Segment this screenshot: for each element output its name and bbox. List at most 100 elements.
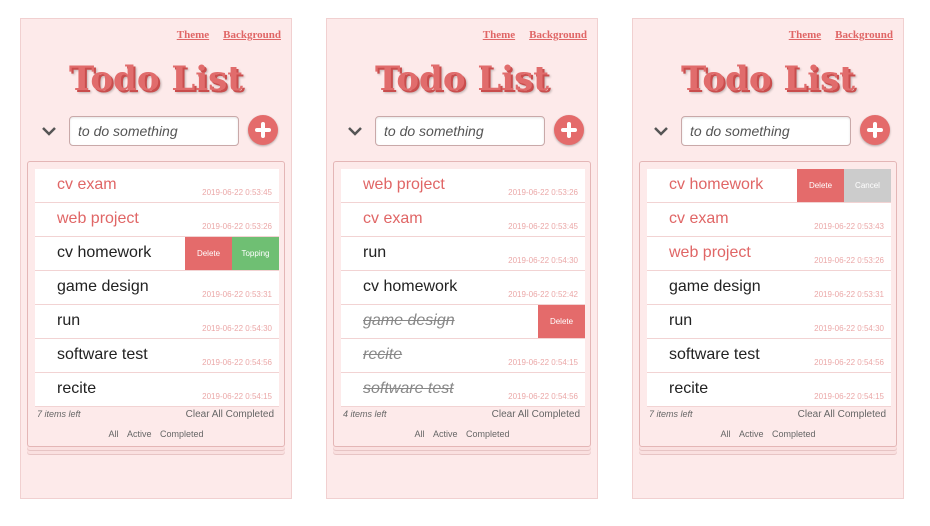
filter-all[interactable]: All [414,429,424,439]
theme-link[interactable]: Theme [177,29,209,41]
list-item[interactable]: software test 2019-06-22 0:54:56 [341,373,585,407]
todo-panel-3: Theme Background Todo List cv homework D… [632,18,904,499]
clear-completed-button[interactable]: Clear All Completed [492,409,580,420]
list-item[interactable]: recite 2019-06-22 0:54:15 [341,339,585,373]
theme-link[interactable]: Theme [789,29,821,41]
items-left-count: 7 items left [649,409,693,419]
list-item[interactable]: software test 2019-06-22 0:54:56 [647,339,891,373]
item-text: cv homework [669,176,764,193]
item-text: game design [363,312,455,329]
item-text: cv exam [363,210,423,227]
item-text: software test [669,346,760,363]
item-timestamp: 2019-06-22 0:53:26 [814,256,884,265]
todo-panel-1: Theme Background Todo List cv exam 2019-… [20,18,292,499]
filter-active[interactable]: Active [127,429,152,439]
page-title: Todo List [680,59,856,99]
delete-button[interactable]: Delete [185,237,232,270]
item-timestamp: 2019-06-22 0:54:15 [202,392,272,401]
filter-completed[interactable]: Completed [772,429,816,439]
clear-completed-button[interactable]: Clear All Completed [798,409,886,420]
cancel-button[interactable]: Cancel [844,169,891,202]
todo-input[interactable] [375,116,545,146]
item-timestamp: 2019-06-22 0:53:45 [508,222,578,231]
filter-completed[interactable]: Completed [466,429,510,439]
list-item[interactable]: cv homework Delete Cancel [647,169,891,203]
delete-button[interactable]: Delete [797,169,844,202]
item-timestamp: 2019-06-22 0:54:30 [508,256,578,265]
input-row [345,115,585,146]
chevron-down-icon[interactable] [653,124,669,138]
item-timestamp: 2019-06-22 0:54:56 [814,358,884,367]
item-text: software test [363,380,454,397]
item-timestamp: 2019-06-22 0:53:26 [508,188,578,197]
background-link[interactable]: Background [529,29,587,41]
todo-card: cv exam 2019-06-22 0:53:45 web project 2… [27,161,285,447]
list-item[interactable]: cv homework Delete Topping [35,237,279,271]
list-item[interactable]: recite 2019-06-22 0:54:15 [647,373,891,407]
top-nav: Theme Background [483,29,587,41]
list-item[interactable]: cv exam 2019-06-22 0:53:43 [647,203,891,237]
top-nav: Theme Background [177,29,281,41]
list-item[interactable]: game design 2019-06-22 0:53:31 [647,271,891,305]
item-text: cv exam [57,176,117,193]
item-text: recite [57,380,97,397]
list-item[interactable]: recite 2019-06-22 0:54:15 [35,373,279,407]
item-timestamp: 2019-06-22 0:54:56 [508,392,578,401]
item-text: web project [363,176,445,193]
item-text: cv homework [363,278,458,295]
todo-list: web project 2019-06-22 0:53:26 cv exam 2… [341,169,585,407]
list-item[interactable]: software test 2019-06-22 0:54:56 [35,339,279,373]
filter-all[interactable]: All [720,429,730,439]
delete-button[interactable]: Delete [538,305,585,338]
clear-completed-button[interactable]: Clear All Completed [186,409,274,420]
list-item[interactable]: cv exam 2019-06-22 0:53:45 [341,203,585,237]
filter-all[interactable]: All [108,429,118,439]
top-nav: Theme Background [789,29,893,41]
item-text: run [669,312,693,329]
item-timestamp: 2019-06-22 0:52:42 [508,290,578,299]
item-text: web project [669,244,751,261]
list-item[interactable]: game design 2019-06-22 0:53:31 [35,271,279,305]
background-link[interactable]: Background [835,29,893,41]
item-timestamp: 2019-06-22 0:53:31 [202,290,272,299]
list-item[interactable]: web project 2019-06-22 0:53:26 [35,203,279,237]
add-button[interactable] [860,115,890,145]
add-button[interactable] [554,115,584,145]
item-timestamp: 2019-06-22 0:54:15 [814,392,884,401]
list-item[interactable]: web project 2019-06-22 0:53:26 [341,169,585,203]
item-text: cv exam [669,210,729,227]
chevron-down-icon[interactable] [41,124,57,138]
list-item[interactable]: web project 2019-06-22 0:53:26 [647,237,891,271]
background-link[interactable]: Background [223,29,281,41]
chevron-down-icon[interactable] [347,124,363,138]
add-button[interactable] [248,115,278,145]
page-title: Todo List [68,59,244,99]
todo-input[interactable] [69,116,239,146]
theme-link[interactable]: Theme [483,29,515,41]
list-item[interactable]: game design Delete [341,305,585,339]
filter-active[interactable]: Active [739,429,764,439]
filter-bar: All Active Completed [334,429,590,439]
filter-bar: All Active Completed [28,429,284,439]
page-title: Todo List [374,59,550,99]
list-item[interactable]: run 2019-06-22 0:54:30 [647,305,891,339]
list-item[interactable]: run 2019-06-22 0:54:30 [341,237,585,271]
filter-completed[interactable]: Completed [160,429,204,439]
items-left-count: 7 items left [37,409,81,419]
list-item[interactable]: run 2019-06-22 0:54:30 [35,305,279,339]
filter-bar: All Active Completed [640,429,896,439]
item-timestamp: 2019-06-22 0:54:30 [202,324,272,333]
item-text: run [363,244,387,261]
topping-button[interactable]: Topping [232,237,279,270]
todo-card: web project 2019-06-22 0:53:26 cv exam 2… [333,161,591,447]
item-timestamp: 2019-06-22 0:54:30 [814,324,884,333]
item-text: game design [669,278,761,295]
filter-active[interactable]: Active [433,429,458,439]
item-text: software test [57,346,148,363]
item-text: web project [57,210,139,227]
item-timestamp: 2019-06-22 0:53:31 [814,290,884,299]
todo-card: cv homework Delete Cancel cv exam 2019-0… [639,161,897,447]
list-item[interactable]: cv exam 2019-06-22 0:53:45 [35,169,279,203]
todo-input[interactable] [681,116,851,146]
list-item[interactable]: cv homework 2019-06-22 0:52:42 [341,271,585,305]
